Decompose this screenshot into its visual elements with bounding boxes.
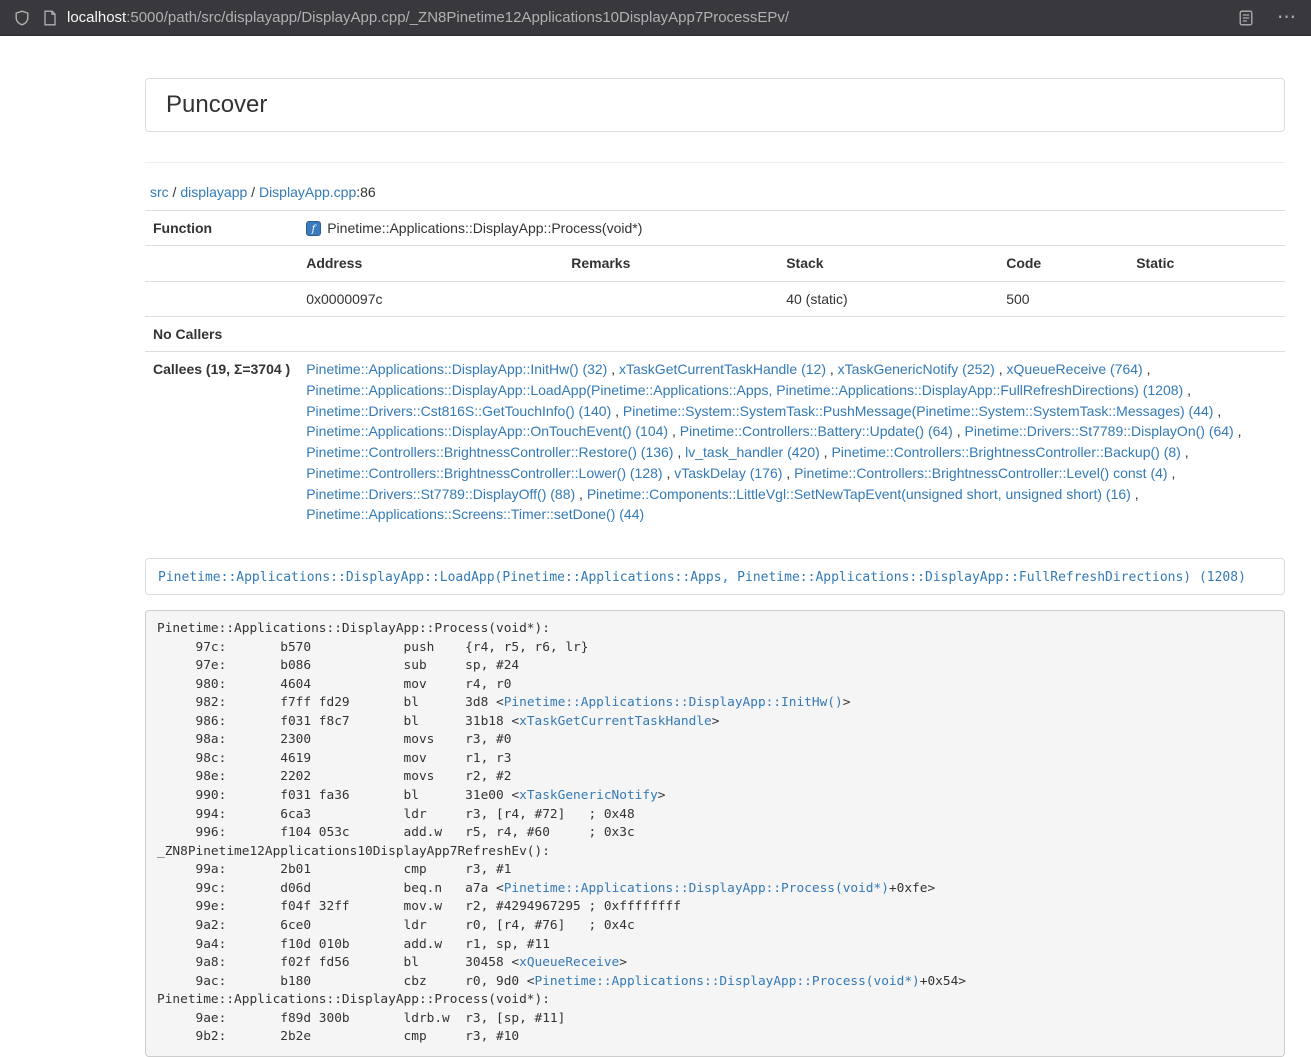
no-callers-empty-cell [298,316,1285,351]
page-content: Puncover src / displayapp / DisplayApp.c… [145,36,1285,1057]
code-symbol-link[interactable]: xTaskGetCurrentTaskHandle [519,714,712,729]
values-row: 0x0000097c 40 (static)500 [145,281,1285,316]
callee-link[interactable]: Pinetime::Drivers::Cst816S::GetTouchInfo… [306,403,611,419]
breadcrumb-link[interactable]: displayapp [180,184,247,200]
callee-link[interactable]: Pinetime::Components::LittleVgl::SetNewT… [587,486,1131,502]
breadcrumb-link[interactable]: DisplayApp.cpp [259,184,356,200]
app-title-panel: Puncover [145,78,1285,132]
overflow-menu-icon[interactable]: ⋯ [1277,8,1297,27]
columns-header-row: AddressRemarksStackCodeStatic [145,246,1285,281]
code-symbol-link[interactable]: xTaskGenericNotify [519,788,658,803]
callee-link[interactable]: Pinetime::System::SystemTask::PushMessag… [623,403,1214,419]
callee-link[interactable]: Pinetime::Applications::DisplayApp::OnTo… [306,423,668,439]
empty-label-cell [145,246,298,281]
no-callers-label: No Callers [145,316,298,351]
column-header-address: Address [298,246,563,281]
function-icon: f [306,221,321,236]
callees-list: Pinetime::Applications::DisplayApp::Init… [298,352,1285,532]
function-label: Function [145,211,298,246]
callee-link[interactable]: Pinetime::Controllers::Battery::Update()… [680,423,953,439]
column-header-remarks: Remarks [563,246,778,281]
function-name: Pinetime::Applications::DisplayApp::Proc… [327,220,642,236]
column-header-stack: Stack [778,246,998,281]
code-symbol-link[interactable]: Pinetime::Applications::DisplayApp::Proc… [535,974,920,989]
breadcrumb-separator: / [247,184,259,200]
function-name-cell: f Pinetime::Applications::DisplayApp::Pr… [298,211,1285,246]
page-info-icon[interactable] [43,10,57,26]
callee-link[interactable]: vTaskDelay (176) [674,465,782,481]
callee-link[interactable]: xQueueReceive (764) [1007,361,1143,377]
cell-remarks [563,281,778,316]
function-table: Function f Pinetime::Applications::Displ… [145,210,1285,532]
disassembly-block: Pinetime::Applications::DisplayApp::Proc… [145,610,1285,1057]
app-title: Puncover [166,91,1264,119]
callee-link[interactable]: Pinetime::Applications::Screens::Timer::… [306,506,644,522]
callee-link[interactable]: Pinetime::Applications::DisplayApp::Init… [306,361,607,377]
callee-link[interactable]: xTaskGenericNotify (252) [838,361,995,377]
shield-icon[interactable] [14,10,30,26]
callee-link[interactable]: xTaskGetCurrentTaskHandle (12) [619,361,826,377]
breadcrumb-link[interactable]: src [150,184,169,200]
code-symbol-link[interactable]: Pinetime::Applications::DisplayApp::Init… [504,695,843,710]
code-symbol-link[interactable]: Pinetime::Applications::DisplayApp::Proc… [504,881,889,896]
column-header-code: Code [998,246,1128,281]
callee-link[interactable]: lv_task_handler (420) [685,444,820,460]
callee-link[interactable]: Pinetime::Controllers::BrightnessControl… [306,444,673,460]
cell-static [1128,281,1285,316]
empty-label-cell [145,281,298,316]
callee-link[interactable]: Pinetime::Controllers::BrightnessControl… [831,444,1180,460]
divider [145,162,1285,163]
url-path: :5000/path/src/displayapp/DisplayApp.cpp… [126,9,789,26]
no-callers-row: No Callers [145,316,1285,351]
url-host: localhost [67,9,126,26]
cell-stack: 40 (static) [778,281,998,316]
toolbar-actions: ⋯ [1239,8,1297,27]
callee-link[interactable]: Pinetime::Drivers::St7789::DisplayOff() … [306,486,575,502]
breadcrumb-separator: / [169,184,181,200]
callee-link[interactable]: Pinetime::Controllers::BrightnessControl… [306,465,662,481]
symbol-panel-heading: Pinetime::Applications::DisplayApp::Load… [145,558,1285,595]
cell-code: 500 [998,281,1128,316]
callee-link[interactable]: Pinetime::Controllers::BrightnessControl… [794,465,1167,481]
reader-mode-icon[interactable] [1239,10,1253,26]
callee-link[interactable]: Pinetime::Drivers::St7789::DisplayOn() (… [965,423,1234,439]
callee-link[interactable]: Pinetime::Applications::DisplayApp::Load… [306,382,1183,398]
callees-row: Callees (19, Σ=3704 ) Pinetime::Applicat… [145,352,1285,532]
cell-address: 0x0000097c [298,281,563,316]
callees-label: Callees (19, Σ=3704 ) [145,352,298,532]
column-header-static: Static [1128,246,1285,281]
url-bar[interactable]: localhost:5000/path/src/displayapp/Displ… [67,9,1239,26]
symbol-link[interactable]: Pinetime::Applications::DisplayApp::Load… [158,570,1246,585]
breadcrumb: src / displayapp / DisplayApp.cpp:86 [150,184,1280,200]
function-row: Function f Pinetime::Applications::Displ… [145,211,1285,246]
browser-toolbar: localhost:5000/path/src/displayapp/Displ… [0,0,1311,36]
breadcrumb-separator: :86 [356,184,375,200]
code-symbol-link[interactable]: xQueueReceive [519,955,619,970]
